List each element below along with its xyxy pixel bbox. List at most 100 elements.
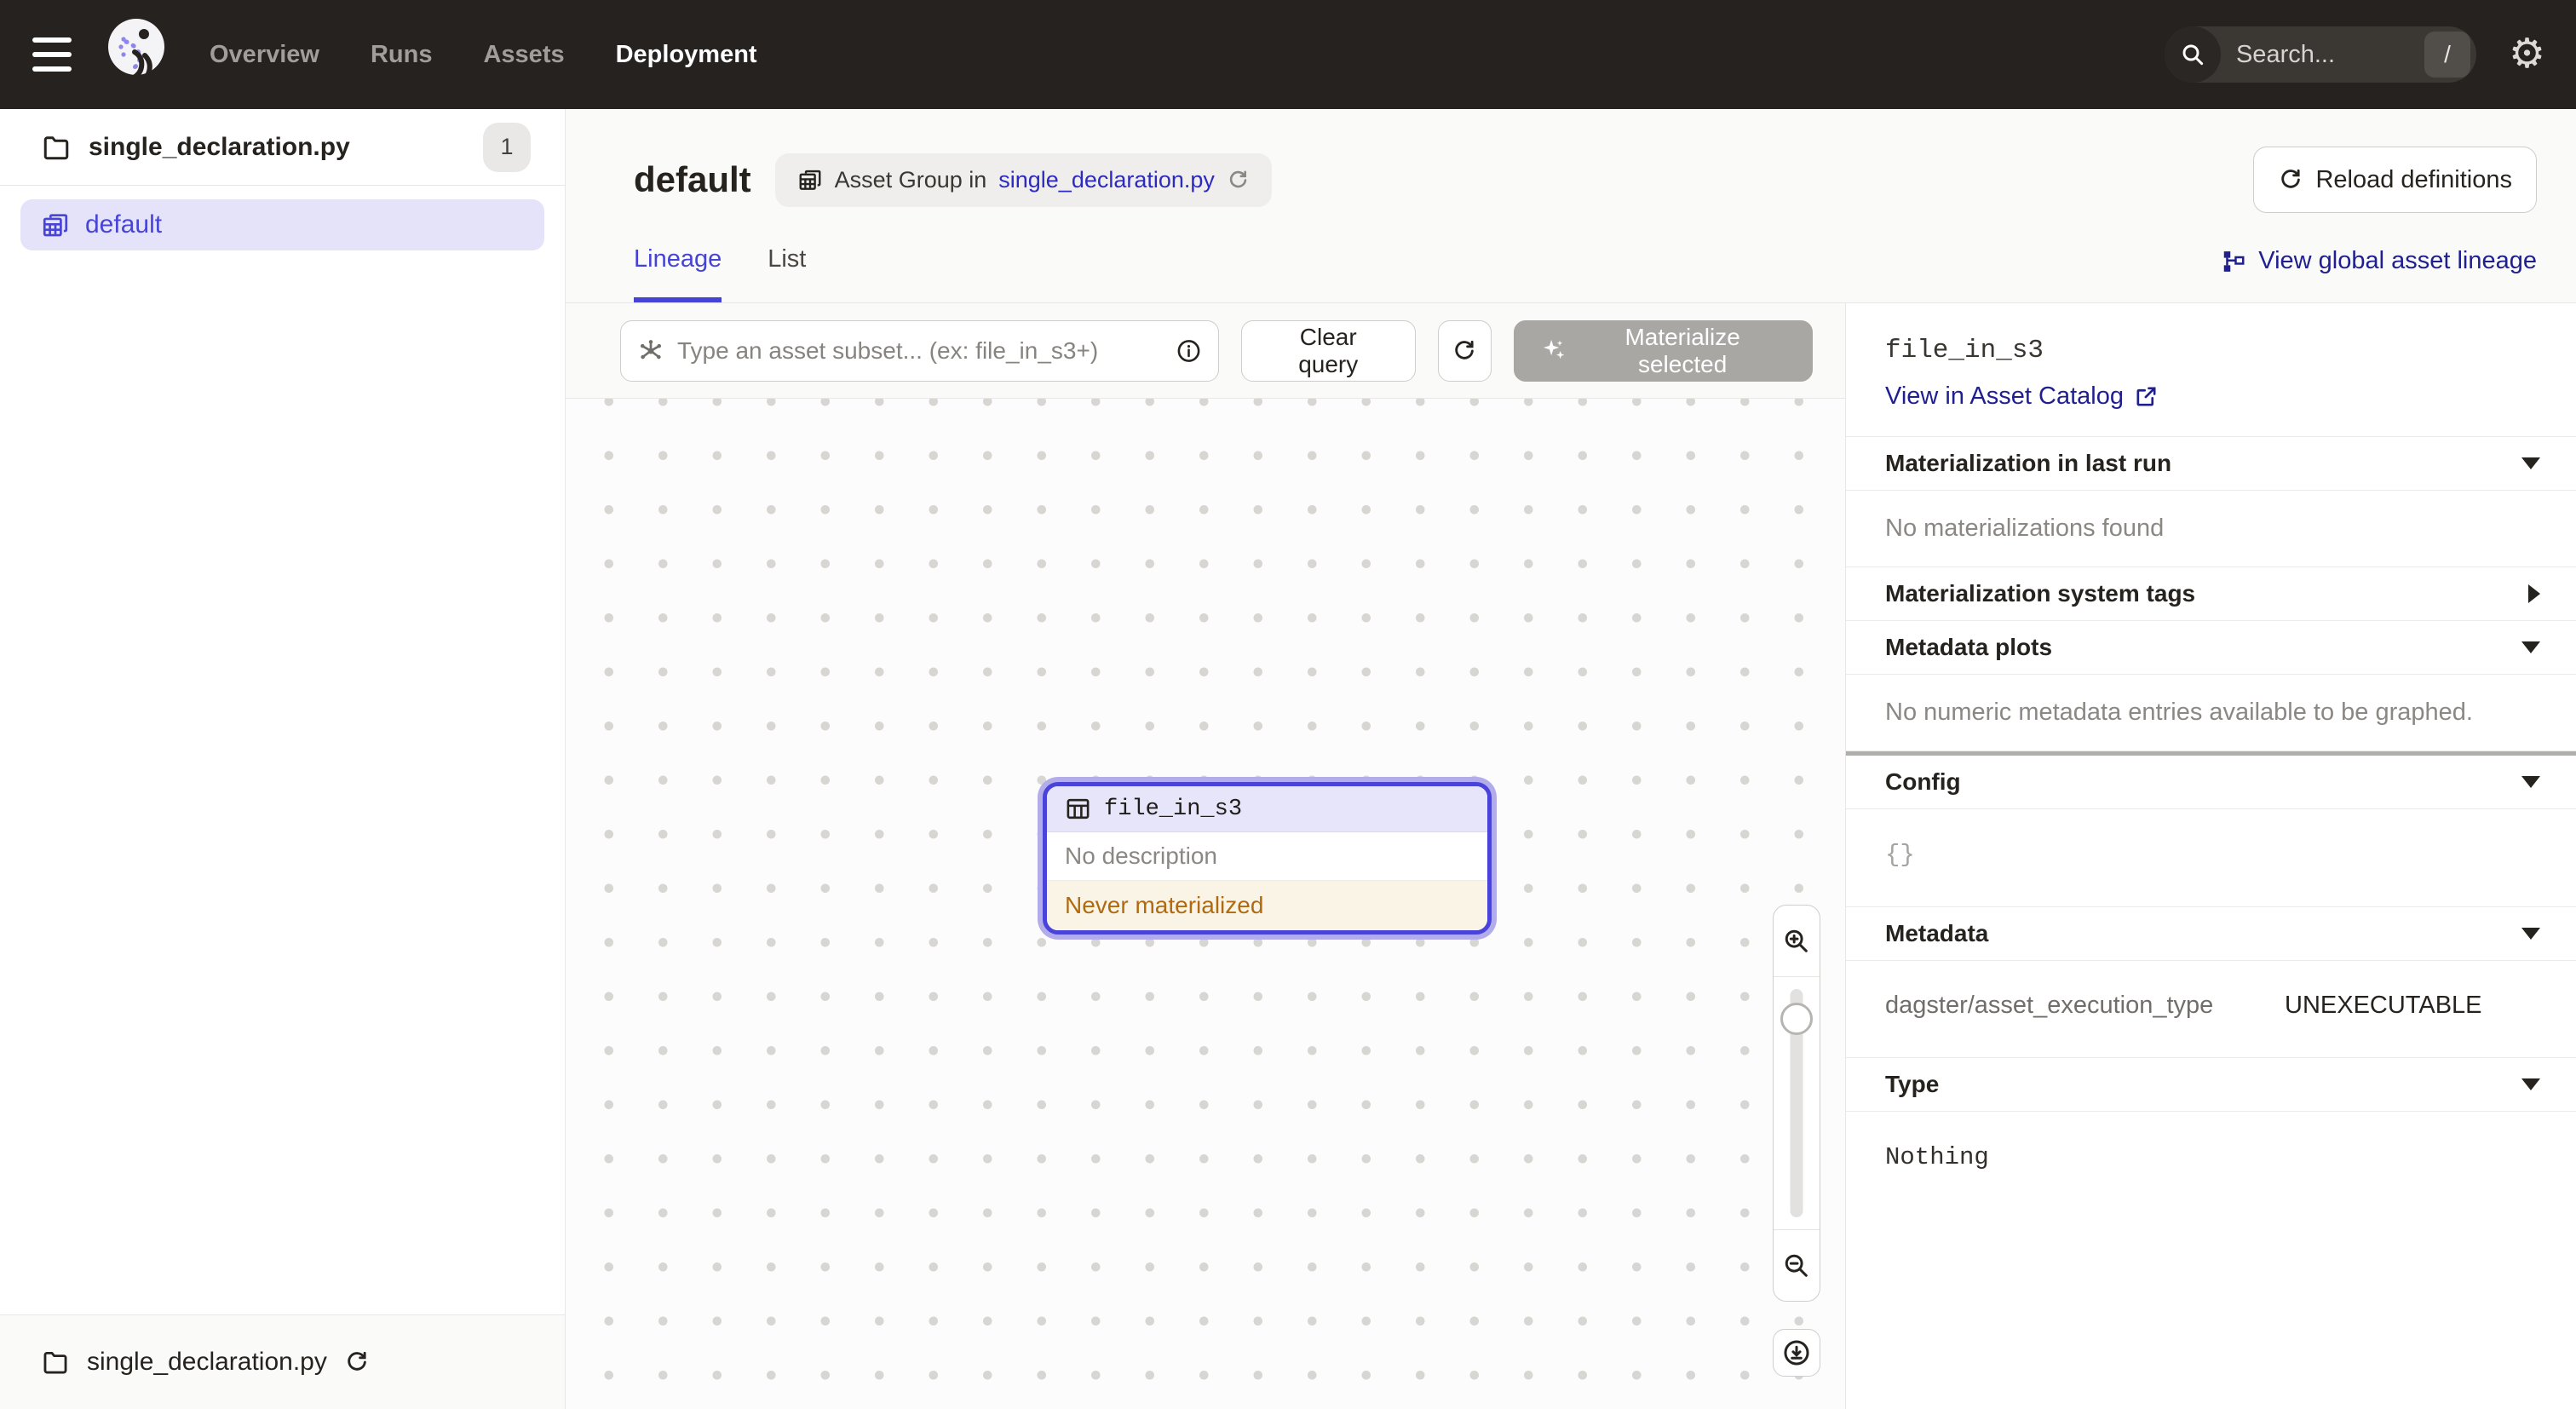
zoom-slider[interactable]: [1774, 977, 1820, 1229]
section-header[interactable]: Metadata plots: [1846, 621, 2576, 675]
reload-icon[interactable]: [344, 1349, 370, 1375]
group-label: default: [85, 210, 162, 239]
zoom-out-icon: [1782, 1251, 1811, 1280]
zoom-in-icon: [1782, 927, 1811, 956]
materialize-label: Materialize selected: [1578, 324, 1786, 378]
download-icon: [1781, 1337, 1812, 1368]
asset-node-status: Never materialized: [1047, 881, 1487, 930]
view-in-asset-catalog-link[interactable]: View in Asset Catalog: [1885, 382, 2159, 411]
page-header: default Asset Group in single_declaratio…: [566, 109, 2576, 220]
section-label: Metadata: [1885, 920, 1988, 947]
chevron-down-icon: [2521, 776, 2540, 788]
external-link-icon: [2134, 384, 2159, 409]
view-global-asset-lineage-link[interactable]: View global asset lineage: [2221, 247, 2537, 275]
reload-icon: [2278, 167, 2303, 193]
type-value: Nothing: [1885, 1143, 1989, 1171]
chevron-down-icon: [2521, 641, 2540, 653]
chevron-down-icon: [2521, 928, 2540, 940]
sidebar-code-location[interactable]: single_declaration.py: [0, 1314, 565, 1409]
zoom-controls: [1773, 905, 1820, 1302]
nav-runs[interactable]: Runs: [371, 41, 433, 69]
section-header[interactable]: Type: [1846, 1058, 2576, 1112]
settings-gear-icon[interactable]: ⚙: [2509, 34, 2545, 75]
info-icon[interactable]: [1176, 337, 1202, 364]
nav-assets[interactable]: Assets: [483, 41, 564, 69]
asset-node-name: file_in_s3: [1104, 797, 1242, 822]
tab-lineage[interactable]: Lineage: [634, 220, 722, 302]
global-search-input[interactable]: Search... /: [2165, 26, 2476, 83]
no-materializations-text: No materializations found: [1846, 491, 2576, 567]
main-area: default Asset Group in single_declaratio…: [566, 109, 2576, 1409]
section-header[interactable]: Materialization in last run: [1846, 437, 2576, 491]
sidebar-repo-header[interactable]: single_declaration.py 1: [0, 109, 565, 186]
sidebar: single_declaration.py 1 default: [0, 109, 566, 1409]
zoom-out-button[interactable]: [1774, 1229, 1820, 1301]
table-icon: [1065, 796, 1091, 822]
metadata-value: UNEXECUTABLE: [2285, 992, 2482, 1020]
reload-definitions-label: Reload definitions: [2315, 166, 2512, 194]
tab-list[interactable]: List: [768, 220, 806, 302]
reload-icon[interactable]: [1227, 169, 1250, 192]
refresh-graph-button[interactable]: [1438, 320, 1492, 382]
lineage-graph-icon: [2221, 249, 2246, 274]
asset-details-panel: file_in_s3 View in Asset Catalog: [1845, 303, 2576, 1409]
sidebar-item-default-group[interactable]: default: [20, 199, 544, 250]
page-title: default: [634, 159, 751, 200]
folder-icon: [41, 132, 72, 163]
download-image-button[interactable]: [1773, 1329, 1820, 1377]
section-config: Config {}: [1846, 756, 2576, 907]
materialize-selected-button[interactable]: Materialize selected: [1514, 320, 1813, 382]
sparkle-icon: [1540, 337, 1567, 365]
reload-definitions-button[interactable]: Reload definitions: [2253, 147, 2537, 213]
section-header[interactable]: Materialization system tags: [1846, 567, 2576, 621]
section-header[interactable]: Config: [1846, 756, 2576, 809]
asset-count-badge: 1: [483, 123, 531, 172]
nav-overview[interactable]: Overview: [210, 41, 319, 69]
section-header[interactable]: Metadata: [1846, 907, 2576, 961]
section-label: Materialization in last run: [1885, 450, 2171, 477]
config-value: {}: [1885, 841, 1915, 869]
section-label: Config: [1885, 768, 1961, 796]
section-label: Type: [1885, 1071, 1939, 1098]
primary-nav: Overview Runs Assets Deployment: [210, 41, 757, 69]
asset-subset-input[interactable]: [620, 320, 1219, 382]
section-label: Metadata plots: [1885, 634, 2052, 661]
tag-prefix-text: Asset Group in: [835, 167, 987, 193]
folder-icon: [41, 1348, 70, 1377]
lineage-toolbar: Clear query: [566, 303, 1845, 399]
asset-group-tag: Asset Group in single_declaration.py: [775, 153, 1272, 207]
metadata-row: dagster/asset_execution_type UNEXECUTABL…: [1885, 992, 2537, 1020]
asset-node-description: No description: [1047, 832, 1487, 881]
lineage-canvas[interactable]: file_in_s3 No description Never material…: [566, 399, 1845, 1409]
chevron-right-icon: [2528, 584, 2540, 603]
clear-query-button[interactable]: Clear query: [1241, 320, 1416, 382]
repo-file-label: single_declaration.py: [89, 133, 350, 162]
search-placeholder: Search...: [2236, 41, 2335, 69]
tag-repo-link[interactable]: single_declaration.py: [998, 167, 1215, 193]
catalog-link-label: View in Asset Catalog: [1885, 382, 2124, 411]
dagster-logo[interactable]: [102, 18, 169, 91]
nav-deployment[interactable]: Deployment: [616, 41, 757, 69]
asset-group-icon: [41, 210, 70, 239]
zoom-in-button[interactable]: [1774, 906, 1820, 977]
tabs-bar: Lineage List View global asset lineage: [566, 220, 2576, 303]
chevron-down-icon: [2521, 1078, 2540, 1090]
menu-icon[interactable]: [32, 29, 83, 80]
asset-node-header: file_in_s3: [1047, 786, 1487, 832]
op-selector-icon: [637, 337, 664, 365]
chevron-down-icon: [2521, 457, 2540, 469]
search-shortcut-key: /: [2424, 32, 2470, 78]
search-icon: [2165, 26, 2221, 83]
asset-title: file_in_s3: [1885, 336, 2537, 365]
top-nav: Overview Runs Assets Deployment Search..…: [0, 0, 2576, 109]
zoom-slider-thumb[interactable]: [1780, 1003, 1813, 1035]
sidebar-group-list: default: [0, 186, 565, 1314]
reload-icon: [1452, 338, 1477, 364]
global-lineage-label: View global asset lineage: [2258, 247, 2537, 275]
dagster-app: Overview Runs Assets Deployment Search..…: [0, 0, 2576, 1409]
section-type: Type Nothing: [1846, 1058, 2576, 1209]
metadata-key: dagster/asset_execution_type: [1885, 992, 2285, 1020]
section-materialization-system-tags: Materialization system tags: [1846, 567, 2576, 621]
section-materialization-last-run: Materialization in last run No materiali…: [1846, 437, 2576, 567]
asset-node-file_in_s3[interactable]: file_in_s3 No description Never material…: [1043, 782, 1492, 935]
